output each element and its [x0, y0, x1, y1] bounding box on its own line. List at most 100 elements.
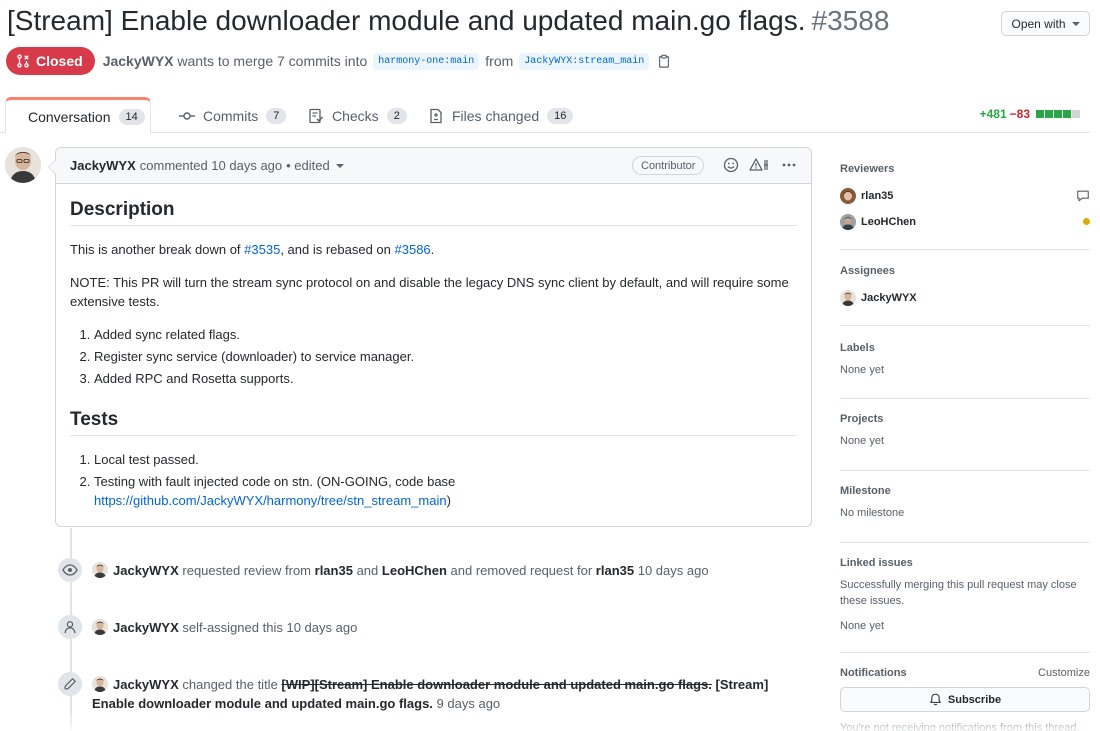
list-item: Register sync service (downloader) to se…: [94, 347, 797, 366]
from-text: from: [485, 53, 514, 69]
assignees-title: Assignees: [840, 265, 896, 277]
sidebar-heading[interactable]: Labels: [840, 342, 1090, 354]
text: requested review from: [182, 563, 312, 578]
file-diff-icon: [430, 108, 442, 123]
comment-header: JackyWYX commented 10 days ago • edited …: [56, 148, 811, 184]
avatar[interactable]: [92, 676, 108, 692]
pr-description-comment: JackyWYX commented 10 days ago • edited …: [48, 147, 812, 527]
user-avatar-icon: [5, 147, 41, 183]
sidebar-heading[interactable]: Projects: [840, 413, 1090, 425]
sidebar-heading[interactable]: Milestone: [840, 485, 1090, 497]
comment-author[interactable]: JackyWYX: [70, 158, 136, 173]
timestamp[interactable]: 10 days ago: [286, 620, 357, 635]
tab-checks-count: 2: [386, 107, 407, 124]
tab-conversation[interactable]: Conversation 14: [5, 97, 151, 134]
text: .: [430, 242, 435, 257]
chevron-down-icon: [1071, 21, 1080, 26]
linked-issues-desc: Successfully merging this pull request m…: [840, 579, 1077, 607]
comment-timestamp[interactable]: commented 10 days ago: [140, 158, 282, 173]
timeline-content: JackyWYX changed the title [WIP][Stream]…: [92, 675, 812, 713]
assignee-item[interactable]: JackyWYX: [840, 285, 1090, 311]
pr-title: [Stream] Enable downloader module and up…: [7, 5, 889, 37]
user-link[interactable]: LeoHChen: [382, 563, 447, 578]
head-branch[interactable]: JackyWYX:stream_main: [519, 52, 650, 70]
actor-link[interactable]: JackyWYX: [113, 677, 179, 692]
pending-review-icon: [1083, 218, 1090, 225]
avatar[interactable]: [92, 619, 108, 635]
diffstat-blocks: [1036, 110, 1080, 118]
linked-issues-value: None yet: [840, 620, 885, 632]
issue-link-3535[interactable]: #3535: [244, 242, 280, 257]
pencil-icon: [64, 678, 76, 690]
smiley-icon[interactable]: [723, 157, 739, 173]
heading-tests: Tests: [70, 410, 797, 436]
branch-url-link[interactable]: https://github.com/JackyWYX/harmony/tree…: [94, 493, 447, 508]
changes-list: Added sync related flags. Register sync …: [94, 325, 797, 388]
sidebar-heading: Notifications Customize: [840, 667, 1090, 679]
pr-author-link[interactable]: JackyWYX: [103, 53, 174, 69]
labels-title: Labels: [840, 342, 875, 354]
projects-title: Projects: [840, 413, 884, 425]
tab-checks[interactable]: Checks 2: [294, 97, 421, 134]
diffstat-deletions: −83: [1009, 107, 1030, 121]
text: changed the title: [182, 677, 278, 692]
tests-list: Local test passed. Testing with fault in…: [94, 450, 797, 510]
assignee-name: JackyWYX: [861, 292, 917, 304]
sidebar-notifications: Notifications Customize Subscribe You're …: [840, 653, 1090, 731]
pr-number: #3588: [811, 5, 890, 36]
chevron-down-icon: [335, 163, 344, 168]
sidebar-heading[interactable]: Reviewers: [840, 163, 1090, 175]
text: This is another break down of: [70, 242, 245, 257]
report-icon[interactable]: [749, 157, 771, 173]
timestamp[interactable]: 9 days ago: [437, 696, 501, 711]
edited-dropdown[interactable]: • edited: [286, 158, 344, 173]
avatar[interactable]: [5, 147, 41, 183]
tab-files-changed[interactable]: Files changed 16: [414, 97, 587, 134]
text: , and is rebased on: [280, 242, 395, 257]
user-link[interactable]: rlan35: [315, 563, 353, 578]
tab-files-changed-label: Files changed: [452, 107, 540, 124]
eye-icon: [62, 564, 78, 576]
reviewer-item[interactable]: rlan35: [840, 183, 1090, 209]
timeline-content: JackyWYX requested review from rlan35 an…: [92, 561, 709, 580]
clipboard-icon[interactable]: [657, 54, 671, 68]
list-item: Added RPC and Rosetta supports.: [94, 369, 797, 388]
comment-icon: [1077, 190, 1089, 202]
kebab-horizontal-icon[interactable]: [781, 157, 797, 173]
base-branch[interactable]: harmony-one:main: [373, 52, 480, 70]
pr-meta: Closed JackyWYX wants to merge 7 commits…: [6, 47, 671, 75]
text: and removed request for: [450, 563, 593, 578]
actor-link[interactable]: JackyWYX: [113, 620, 179, 635]
sidebar-projects: Projects None yet: [840, 399, 1090, 471]
list-item: Local test passed.: [94, 450, 797, 469]
subscribe-button[interactable]: Subscribe: [840, 687, 1090, 712]
tab-conversation-label: Conversation: [28, 108, 111, 125]
pull-request-closed-icon: [17, 54, 29, 68]
bell-icon: [930, 693, 941, 706]
status-badge-label: Closed: [36, 53, 83, 69]
heading-description: Description: [70, 200, 797, 226]
avatar: [840, 188, 856, 204]
sidebar-milestone: Milestone No milestone: [840, 471, 1090, 543]
customize-link[interactable]: Customize: [1038, 667, 1090, 679]
timeline-event-review-requested: JackyWYX requested review from rlan35 an…: [58, 558, 709, 585]
avatar[interactable]: [92, 562, 108, 578]
old-title: [WIP][Stream] Enable downloader module a…: [281, 677, 712, 692]
notifications-text: You're not receiving notifications from …: [840, 722, 1080, 731]
list-item: Added sync related flags.: [94, 325, 797, 344]
tab-commits[interactable]: Commits 7: [165, 97, 300, 134]
actor-link[interactable]: JackyWYX: [113, 563, 179, 578]
sidebar-heading[interactable]: Assignees: [840, 265, 1090, 277]
milestone-title: Milestone: [840, 485, 891, 497]
contributor-badge: Contributor: [632, 156, 705, 175]
reviewer-item[interactable]: LeoHChen: [840, 209, 1090, 235]
timeline-event-self-assigned: JackyWYX self-assigned this 10 days ago: [58, 615, 357, 642]
sidebar-assignees: Assignees JackyWYX: [840, 250, 1090, 326]
issue-link-3586[interactable]: #3586: [395, 242, 431, 257]
timestamp[interactable]: 10 days ago: [638, 563, 709, 578]
sidebar-heading[interactable]: Linked issues: [840, 557, 1090, 569]
user-link[interactable]: rlan35: [596, 563, 634, 578]
text: ): [446, 493, 451, 508]
open-with-button[interactable]: Open with: [1001, 11, 1090, 36]
tab-files-changed-count: 16: [547, 107, 574, 124]
